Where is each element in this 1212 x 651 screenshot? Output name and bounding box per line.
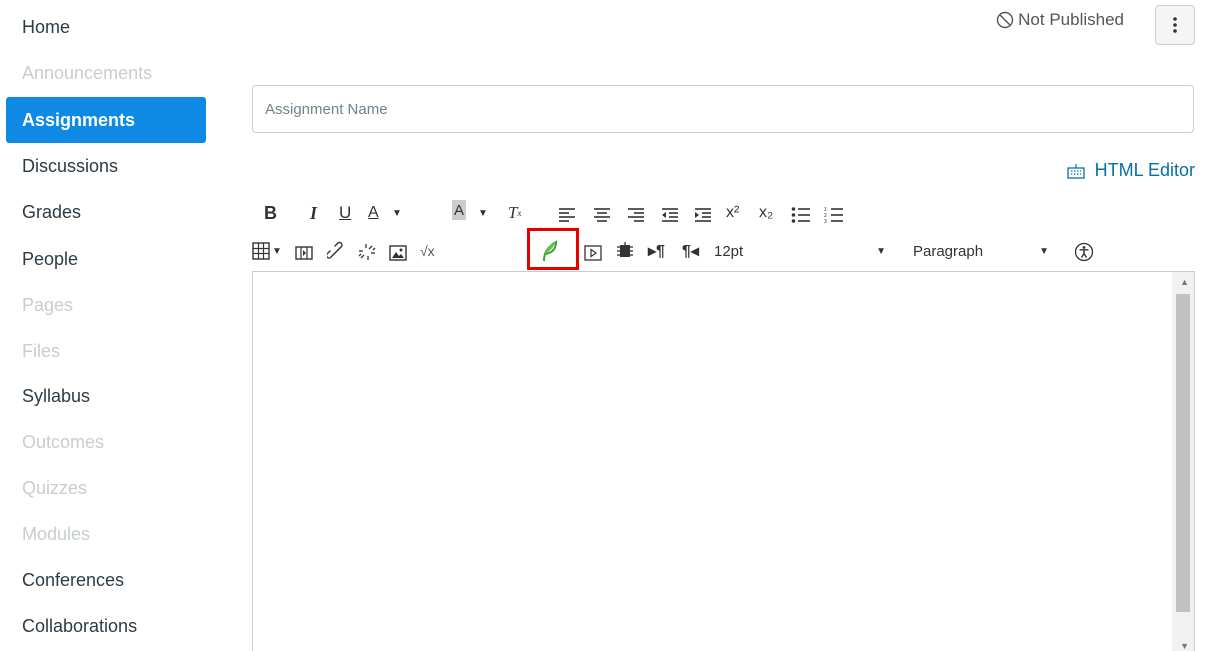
html-editor-toggle[interactable]: HTML Editor <box>1066 160 1195 181</box>
kebab-menu-icon <box>1173 17 1177 33</box>
media-icon[interactable] <box>295 240 313 266</box>
scroll-down-icon[interactable]: ▼ <box>1180 641 1189 651</box>
font-size-select[interactable]: 12pt ▼ <box>714 238 894 264</box>
font-size-dropdown-icon: ▼ <box>876 245 886 257</box>
editor-scrollbar[interactable]: ▲ ▼ <box>1172 272 1194 651</box>
font-size-value: 12pt <box>714 242 744 260</box>
superscript-button[interactable]: x² <box>726 200 739 226</box>
underline-button[interactable]: U <box>339 200 351 226</box>
block-format-select[interactable]: Paragraph ▼ <box>913 238 1063 264</box>
clear-formatting-icon[interactable]: Tx <box>508 200 521 226</box>
scroll-up-icon[interactable]: ▲ <box>1180 277 1189 287</box>
numbered-list-icon[interactable]: 123 <box>824 202 844 228</box>
background-color-dropdown-icon[interactable]: ▼ <box>478 200 488 226</box>
nav-item-announcements[interactable]: Announcements <box>6 50 206 96</box>
highlight-box <box>527 228 579 270</box>
nav-item-outcomes[interactable]: Outcomes <box>6 419 206 465</box>
scrollbar-thumb[interactable] <box>1176 294 1190 612</box>
lti-tool-icon[interactable] <box>616 238 634 264</box>
table-icon[interactable] <box>252 238 270 264</box>
block-format-value: Paragraph <box>913 242 984 260</box>
nav-item-assignments[interactable]: Assignments <box>6 97 206 143</box>
align-right-icon[interactable] <box>627 202 645 228</box>
nav-item-modules[interactable]: Modules <box>6 511 206 557</box>
assignment-name-input[interactable] <box>252 85 1194 133</box>
nav-item-syllabus[interactable]: Syllabus <box>6 373 206 419</box>
circle-slash-icon <box>996 11 1014 29</box>
keyboard-icon <box>1066 163 1085 179</box>
more-options-button[interactable] <box>1155 5 1195 45</box>
align-left-icon[interactable] <box>558 202 576 228</box>
svg-text:3: 3 <box>824 219 827 225</box>
assignment-edit-form: Not Published HTML Editor B I U A ▼ A ▼ … <box>252 0 1212 651</box>
publish-status-label: Not Published <box>1018 10 1124 29</box>
nav-item-pages[interactable]: Pages <box>6 282 206 328</box>
subscript-button[interactable]: x₂ <box>759 200 773 226</box>
html-editor-label: HTML Editor <box>1094 160 1195 180</box>
course-navigation: Home Announcements Assignments Discussio… <box>0 0 210 651</box>
nav-item-grades[interactable]: Grades <box>6 189 206 235</box>
indent-icon[interactable] <box>694 202 712 228</box>
text-color-button[interactable]: A <box>368 200 379 226</box>
rich-content-editor[interactable]: ▲ ▼ <box>252 271 1195 651</box>
unlink-icon[interactable] <box>358 239 376 265</box>
accessibility-checker-icon[interactable] <box>1074 239 1094 265</box>
bullet-list-icon[interactable] <box>791 202 811 228</box>
rtl-direction-icon[interactable]: ¶◂ <box>682 238 699 264</box>
text-color-dropdown-icon[interactable]: ▼ <box>392 200 402 226</box>
background-color-button[interactable]: A <box>452 200 467 220</box>
nav-item-home[interactable]: Home <box>6 4 206 50</box>
math-equation-icon[interactable]: √x <box>420 238 435 264</box>
align-center-icon[interactable] <box>593 202 611 228</box>
video-embed-icon[interactable] <box>584 240 602 266</box>
nav-item-files[interactable]: Files <box>6 328 206 374</box>
italic-button[interactable]: I <box>310 200 317 226</box>
nav-item-conferences[interactable]: Conferences <box>6 557 206 603</box>
block-format-dropdown-icon: ▼ <box>1039 245 1049 257</box>
publish-status[interactable]: Not Published <box>996 10 1124 30</box>
outdent-icon[interactable] <box>661 202 679 228</box>
nav-item-collaborations[interactable]: Collaborations <box>6 603 206 649</box>
nav-item-discussions[interactable]: Discussions <box>6 143 206 189</box>
bold-button[interactable]: B <box>264 200 277 226</box>
link-icon[interactable] <box>327 239 345 265</box>
nav-item-quizzes[interactable]: Quizzes <box>6 465 206 511</box>
nav-item-people[interactable]: People <box>6 236 206 282</box>
ltr-direction-icon[interactable]: ▸¶ <box>648 238 665 264</box>
table-dropdown-icon[interactable]: ▼ <box>272 238 282 264</box>
image-icon[interactable] <box>389 240 407 266</box>
